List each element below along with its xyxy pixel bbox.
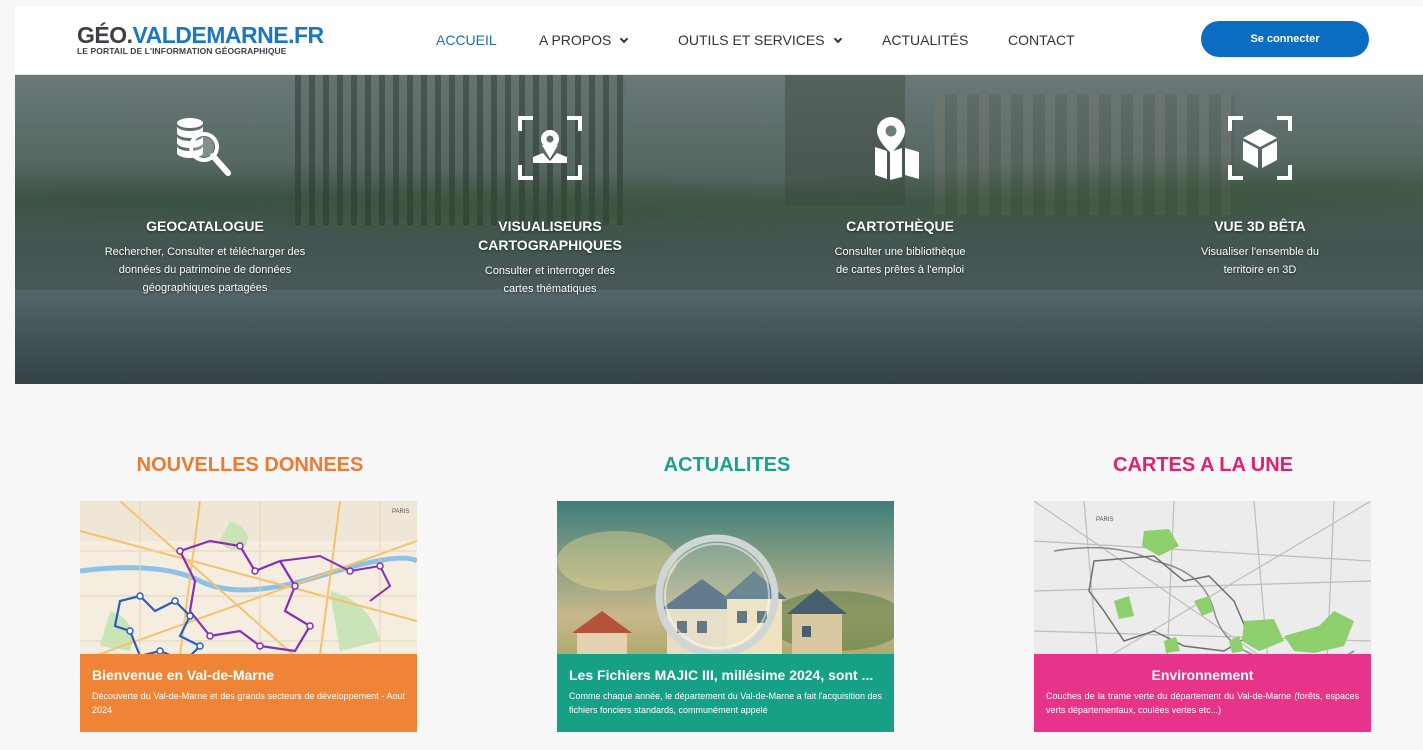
feature-description: Visualiser l'ensemble du territoire en 3… [1200, 246, 1320, 276]
map-pin-icon [875, 117, 919, 180]
feature-title: VISUALISEURS CARTOGRAPHIQUES [478, 218, 622, 253]
card-nouvelles-donnees[interactable]: PARIS Bienvenue en Val-de-Marne Découver… [80, 501, 417, 732]
card-cartes-a-la-une[interactable]: PARIS Environnement Couches de la trame … [1034, 501, 1371, 732]
section-title-actualites: ACTUALITES [663, 454, 791, 476]
feature-title: VUE 3D BÊTA [1214, 218, 1306, 234]
map-label: PARIS [1096, 517, 1114, 523]
card-title: Bienvenue en Val-de-Marne [92, 667, 275, 683]
nav-item-a-propos[interactable]: A PROPOS [539, 32, 629, 48]
card-title: Environnement [1151, 667, 1254, 683]
card-description: Couches de la trame verte du département… [1046, 691, 1359, 715]
card-caption: Les Fichiers MAJIC III, millésime 2024, … [557, 654, 894, 732]
card-actualites[interactable]: Les Fichiers MAJIC III, millésime 2024, … [557, 501, 894, 732]
feature-geocatalogue[interactable]: GEOCATALOGUE Rechercher, Consulter et té… [85, 113, 325, 297]
feature-title: GEOCATALOGUE [146, 218, 264, 234]
feature-title: CARTOTHÈQUE [846, 218, 954, 234]
chevron-down-icon [620, 34, 629, 44]
card-title: Les Fichiers MAJIC III, millésime 2024, … [569, 667, 874, 683]
card-description: Comme chaque année, le département du Va… [569, 691, 882, 715]
nav-item-contact[interactable]: CONTACT [1008, 32, 1075, 48]
database-search-icon [177, 118, 231, 176]
site-header: GÉO.VALDEMARNE.FR LE PORTAIL DE L'INFORM… [15, 6, 1423, 75]
section-title-nouvelles-donnees: NOUVELLES DONNEES [136, 454, 364, 476]
card-caption: Bienvenue en Val-de-Marne Découverte du … [80, 654, 417, 732]
card-caption: Environnement Couches de la trame verte … [1034, 654, 1371, 732]
section-title-cartes-a-la-une: CARTES A LA UNE [1113, 454, 1293, 476]
map-viewer-icon [518, 116, 582, 180]
nav-item-actualites[interactable]: ACTUALITÉS [882, 32, 968, 48]
cube-3d-icon [1228, 116, 1292, 180]
feature-visualiseurs[interactable]: VISUALISEURS CARTOGRAPHIQUES Consulter e… [430, 113, 670, 298]
login-button[interactable]: Se connecter [1201, 21, 1369, 57]
map-label: PARIS [392, 509, 410, 515]
nav-item-accueil[interactable]: ACCUEIL [436, 32, 497, 48]
nav-item-outils-et-services[interactable]: OUTILS ET SERVICES [678, 32, 842, 48]
card-description: Découverte du Val-de-Marne et des grands… [92, 691, 405, 715]
feature-description: Rechercher, Consulter et télécharger des… [104, 246, 306, 294]
feature-vue-3d[interactable]: VUE 3D BÊTA Visualiser l'ensemble du ter… [1140, 113, 1380, 279]
chevron-down-icon [833, 34, 842, 44]
feature-description: Consulter et interroger des cartes théma… [484, 265, 616, 295]
hero-banner: GEOCATALOGUE Rechercher, Consulter et té… [15, 75, 1423, 384]
feature-description: Consulter une bibliothèque de cartes prê… [834, 246, 966, 276]
feature-cartotheque[interactable]: CARTOTHÈQUE Consulter une bibliothèque d… [780, 113, 1020, 279]
